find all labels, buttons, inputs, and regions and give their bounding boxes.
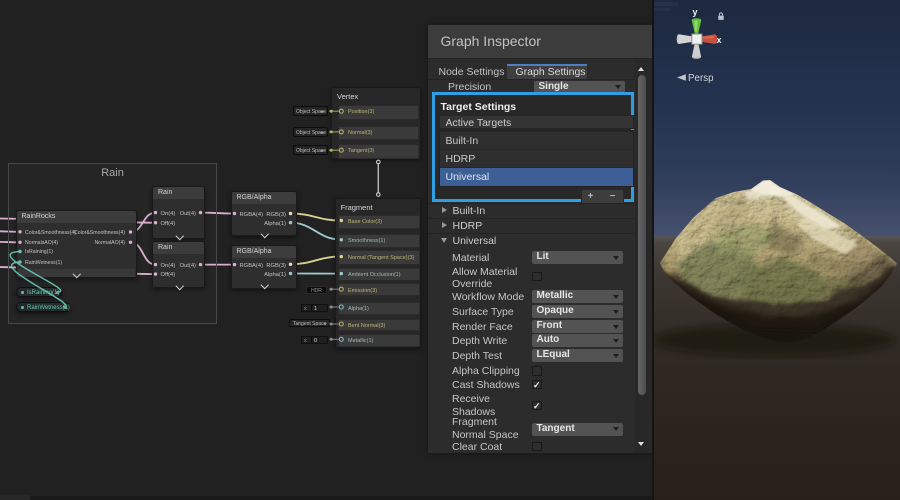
svg-text:Persp: Persp <box>688 73 714 84</box>
svg-text:y: y <box>693 7 698 17</box>
svg-text:x: x <box>717 35 722 45</box>
